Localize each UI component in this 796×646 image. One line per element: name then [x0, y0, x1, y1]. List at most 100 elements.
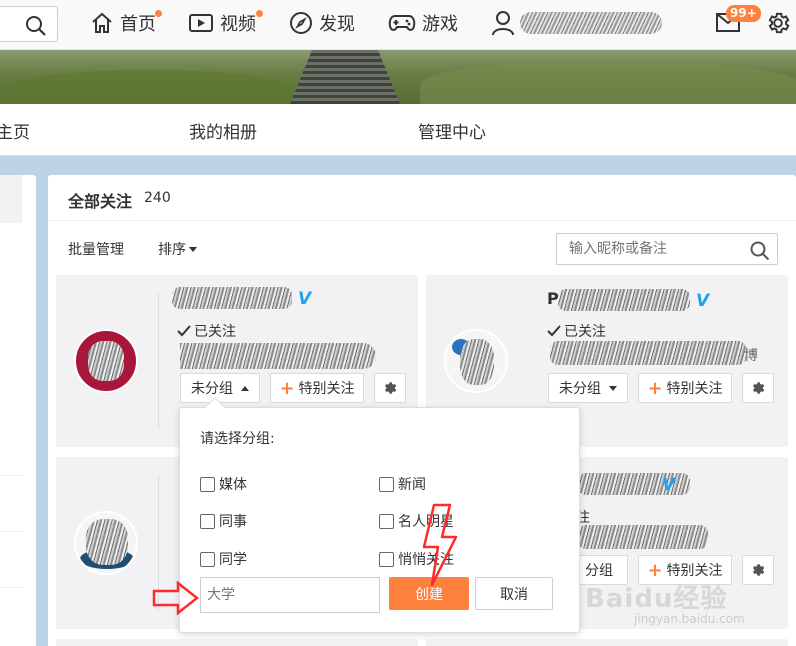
divider	[158, 293, 159, 429]
page-title: 全部关注	[68, 192, 133, 211]
search-icon[interactable]	[25, 15, 47, 37]
group-label: 未分组	[191, 381, 233, 397]
option-label: 名人明星	[398, 514, 454, 530]
notification-dot	[256, 10, 263, 17]
group-select-button[interactable]: 未分组	[180, 373, 260, 403]
option-label: 媒体	[219, 477, 247, 493]
check-icon	[177, 325, 191, 337]
avatar[interactable]	[444, 329, 508, 393]
plus-icon: +	[279, 377, 295, 399]
nav-discover-label: 发现	[319, 14, 355, 35]
follow-card	[56, 639, 418, 646]
avatar[interactable]	[74, 329, 138, 393]
nav-home-label: 首页	[120, 14, 156, 35]
bio-tail: 博	[744, 348, 758, 364]
nav-video[interactable]: 视频	[188, 8, 263, 38]
group-label: 未分组	[559, 381, 601, 397]
gamepad-icon	[388, 15, 416, 31]
divider	[0, 475, 22, 476]
divider	[0, 587, 22, 588]
option-label: 新闻	[398, 477, 426, 493]
followed-status: 已关注	[547, 321, 606, 341]
card-settings-button[interactable]	[742, 555, 774, 585]
username-blurred[interactable]	[520, 12, 662, 34]
compass-icon	[290, 12, 312, 34]
followed-status: 已关注	[177, 321, 236, 341]
caret-up-icon	[241, 385, 249, 391]
panel-header: 全部关注 240	[48, 175, 796, 221]
banner-stairs	[290, 50, 400, 104]
top-nav: 首页 视频 发现 游戏 99+	[0, 0, 796, 50]
nav-games-label: 游戏	[422, 14, 458, 35]
nickname-blurred[interactable]	[558, 289, 690, 311]
group-option-media[interactable]: 媒体	[200, 474, 247, 494]
checkbox[interactable]	[379, 476, 394, 492]
verified-v-icon: V	[696, 291, 710, 311]
watermark-url: jingyan.baidu.com	[634, 612, 745, 626]
bio-blurred	[550, 341, 746, 365]
gear-icon	[385, 382, 397, 394]
batch-manage-button[interactable]: 批量管理	[68, 239, 124, 259]
user-icon[interactable]	[491, 10, 515, 36]
option-label: 同学	[219, 552, 247, 568]
special-follow-label: 特别关注	[666, 381, 723, 397]
checkbox[interactable]	[200, 513, 215, 529]
message-count-badge: 99+	[726, 5, 761, 22]
card-settings-button[interactable]	[374, 373, 406, 403]
sort-dropdown[interactable]: 排序	[158, 239, 197, 259]
gear-icon	[753, 564, 765, 576]
notification-dot	[155, 10, 162, 17]
plus-icon: +	[647, 377, 663, 399]
bio-blurred	[578, 525, 708, 549]
sidebar-selected-item[interactable]	[0, 175, 22, 223]
check-icon	[547, 325, 561, 337]
search-icon[interactable]	[750, 241, 770, 261]
cover-banner	[0, 50, 796, 104]
checkbox[interactable]	[200, 551, 215, 567]
tab-admin[interactable]: 管理中心	[418, 118, 486, 143]
nickname-initial[interactable]: Ρ	[547, 289, 559, 308]
nickname-blurred[interactable]	[172, 287, 292, 309]
nav-discover[interactable]: 发现	[289, 8, 355, 38]
follow-count: 240	[144, 190, 171, 206]
avatar[interactable]	[74, 511, 138, 575]
sort-label: 排序	[158, 242, 186, 258]
option-label: 同事	[219, 514, 247, 530]
special-follow-button[interactable]: + 特别关注	[270, 373, 364, 403]
baidu-watermark: Baidu经验	[585, 584, 728, 614]
video-icon	[189, 14, 213, 32]
checkbox[interactable]	[379, 551, 394, 567]
card-settings-button[interactable]	[742, 373, 774, 403]
bio-blurred	[180, 343, 376, 369]
cancel-button[interactable]: 取消	[475, 577, 553, 610]
special-follow-label: 特别关注	[666, 563, 723, 579]
caret-down-icon	[189, 247, 197, 252]
create-group-button[interactable]: 创建	[389, 577, 469, 610]
special-follow-button[interactable]: + 特别关注	[638, 373, 732, 403]
filter-search-input[interactable]	[556, 233, 778, 265]
divider	[0, 531, 22, 532]
group-option-secret-follow[interactable]: 悄悄关注	[379, 549, 454, 569]
group-option-colleague[interactable]: 同事	[200, 511, 247, 531]
profile-tabs: 主页 我的相册 管理中心	[0, 104, 796, 156]
tab-home[interactable]: 主页	[0, 118, 30, 143]
settings-gear-icon[interactable]	[765, 10, 791, 36]
group-option-classmate[interactable]: 同学	[200, 549, 247, 569]
group-select-popup: 请选择分组: 媒体 新闻 同事 名人明星 同学 悄悄关注 创建 取消	[179, 397, 580, 633]
tab-album[interactable]: 我的相册	[189, 118, 257, 143]
group-select-button[interactable]: 未分组	[548, 373, 628, 403]
nav-home[interactable]: 首页	[90, 8, 162, 38]
followed-text: 已关注	[194, 324, 236, 340]
new-group-name-input[interactable]	[200, 577, 380, 613]
checkbox[interactable]	[379, 513, 394, 529]
group-option-celebrity[interactable]: 名人明星	[379, 511, 454, 531]
top-search-box[interactable]	[0, 6, 58, 42]
special-follow-label: 特别关注	[298, 381, 355, 397]
checkbox[interactable]	[200, 476, 215, 492]
left-sidebar	[0, 175, 36, 646]
group-option-news[interactable]: 新闻	[379, 474, 426, 494]
followed-text: 已关注	[564, 324, 606, 340]
gear-icon	[753, 382, 765, 394]
caret-down-icon	[609, 385, 617, 391]
nav-games[interactable]: 游戏	[388, 8, 458, 38]
